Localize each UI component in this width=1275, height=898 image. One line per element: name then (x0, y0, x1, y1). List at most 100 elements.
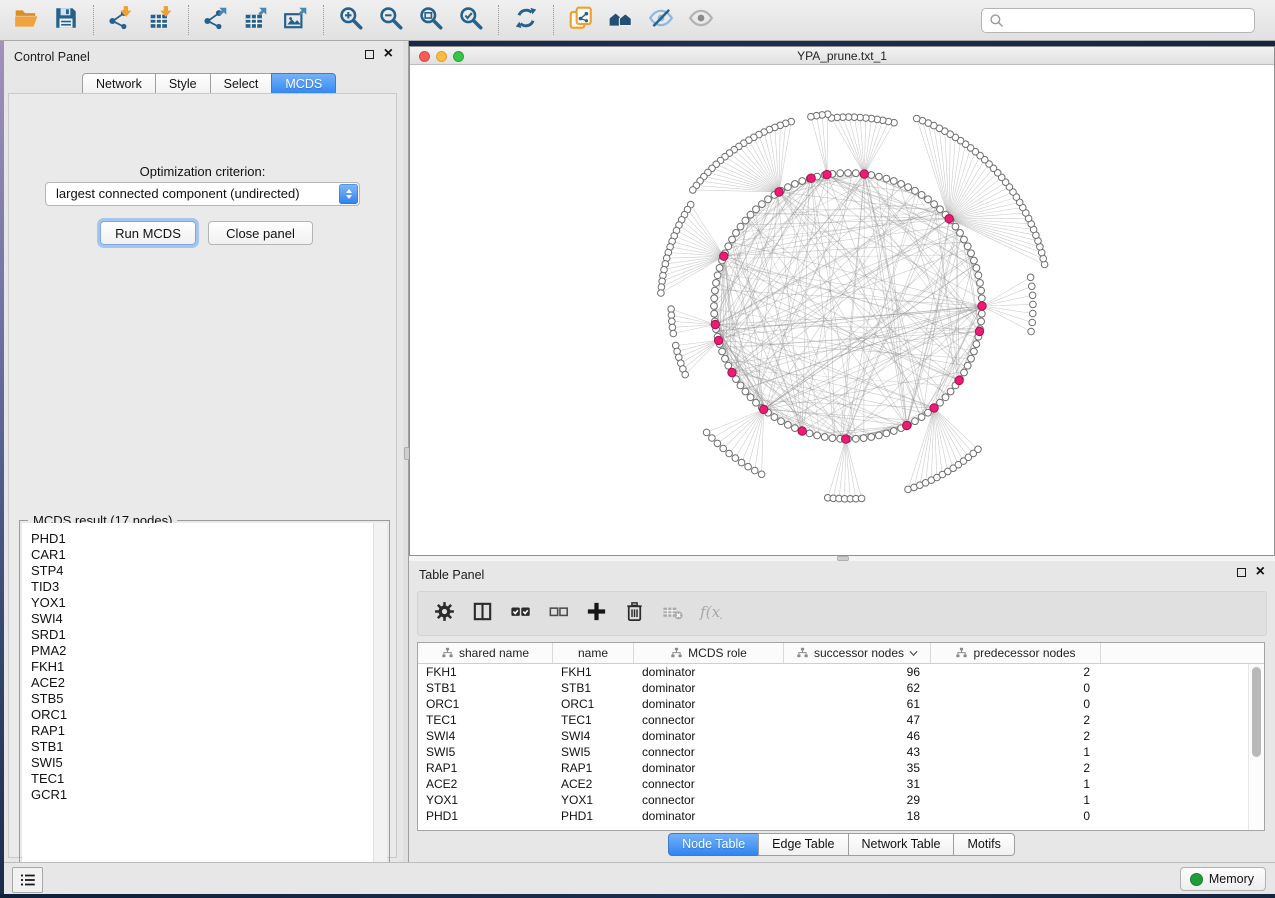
result-node-item[interactable]: CAR1 (31, 547, 387, 563)
scrollbar-thumb[interactable] (1252, 667, 1261, 757)
cell-shared_name: TEC1 (418, 713, 553, 727)
mcds-tab-content: Optimization criterion: largest connecte… (8, 93, 397, 858)
result-node-item[interactable]: GCR1 (31, 787, 387, 803)
table-row[interactable]: STB1STB1dominator620 (418, 680, 1264, 696)
result-node-item[interactable]: ACE2 (31, 675, 387, 691)
zoom-fit-button[interactable] (411, 3, 451, 37)
float-panel-icon[interactable] (1237, 568, 1246, 577)
open-file-button[interactable] (6, 3, 46, 37)
table-row[interactable]: SWI4SWI4dominator462 (418, 728, 1264, 744)
optimization-select[interactable]: largest connected component (undirected) (45, 182, 360, 206)
refresh-button[interactable] (506, 3, 546, 37)
save-session-button[interactable] (46, 3, 86, 37)
unselect-all-button[interactable] (547, 600, 570, 628)
search-input[interactable] (1008, 13, 1254, 29)
float-panel-icon[interactable] (365, 50, 374, 59)
cell-shared_name: SWI4 (418, 729, 553, 743)
result-node-item[interactable]: PHD1 (31, 531, 387, 547)
column-header-name[interactable]: name (553, 643, 634, 663)
result-node-item[interactable]: STB1 (31, 739, 387, 755)
table-settings-button[interactable] (433, 600, 456, 628)
table-row[interactable]: FKH1FKH1dominator962 (418, 664, 1264, 680)
table-row[interactable]: TEC1TEC1connector472 (418, 712, 1264, 728)
unselect-all-icon (547, 600, 570, 628)
tab-network-table[interactable]: Network Table (848, 833, 955, 856)
add-column-button[interactable] (585, 600, 608, 628)
tab-node-table[interactable]: Node Table (668, 833, 759, 856)
table-row[interactable]: RAP1RAP1dominator352 (418, 760, 1264, 776)
cell-successor_nodes: 35 (784, 761, 931, 775)
column-header-successor-nodes[interactable]: successor nodes (784, 643, 931, 663)
result-node-item[interactable]: RAP1 (31, 723, 387, 739)
hide-selected-icon (648, 5, 674, 36)
result-node-item[interactable]: STB5 (31, 691, 387, 707)
duplicate-network-button[interactable] (561, 3, 601, 37)
result-node-item[interactable]: ORC1 (31, 707, 387, 723)
search-icon (989, 13, 1004, 28)
table-row[interactable]: SWI5SWI5connector431 (418, 744, 1264, 760)
cell-predecessor_nodes: 0 (931, 681, 1101, 695)
cell-predecessor_nodes: 1 (931, 777, 1101, 791)
memory-label: Memory (1209, 872, 1254, 886)
select-all-button[interactable] (509, 600, 532, 628)
memory-button[interactable]: Memory (1180, 867, 1266, 891)
result-node-item[interactable]: FKH1 (31, 659, 387, 675)
task-history-button[interactable] (12, 867, 43, 893)
cell-mcds_role: dominator (634, 665, 784, 679)
result-node-item[interactable]: SWI4 (31, 611, 387, 627)
cell-predecessor_nodes: 0 (931, 809, 1101, 823)
network-window-titlebar[interactable]: YPA_prune.txt_1 (410, 47, 1274, 65)
result-node-item[interactable]: TID3 (31, 579, 387, 595)
tab-edge-table[interactable]: Edge Table (758, 833, 848, 856)
export-table-button[interactable] (236, 3, 276, 37)
column-header-MCDS-role[interactable]: MCDS role (634, 643, 784, 663)
toggle-columns-button[interactable] (471, 600, 494, 628)
result-node-item[interactable]: SRD1 (31, 627, 387, 643)
result-node-item[interactable]: TEC1 (31, 771, 387, 787)
cell-predecessor_nodes: 2 (931, 729, 1101, 743)
show-all-button[interactable] (681, 3, 721, 37)
zoom-out-button[interactable] (371, 3, 411, 37)
import-network-button[interactable] (101, 3, 141, 37)
table-row[interactable]: PHD1PHD1dominator180 (418, 808, 1264, 824)
column-header-shared-name[interactable]: shared name (418, 643, 553, 663)
delete-column-icon (623, 600, 646, 628)
result-scrollbar[interactable] (373, 523, 387, 888)
import-table-button[interactable] (141, 3, 181, 37)
table-row[interactable]: ACE2ACE2connector311 (418, 776, 1264, 792)
table-scrollbar[interactable] (1248, 664, 1264, 830)
cell-name: FKH1 (553, 665, 634, 679)
network-canvas[interactable] (410, 64, 1273, 555)
result-node-item[interactable]: SWI5 (31, 755, 387, 771)
column-header-predecessor-nodes[interactable]: predecessor nodes (931, 643, 1101, 663)
zoom-fit-icon (418, 5, 444, 36)
export-image-button[interactable] (276, 3, 316, 37)
close-panel-icon[interactable]: × (384, 49, 393, 59)
delete-table-button[interactable] (661, 600, 684, 628)
delete-column-button[interactable] (623, 600, 646, 628)
export-network-button[interactable] (196, 3, 236, 37)
result-node-item[interactable]: YOX1 (31, 595, 387, 611)
cell-successor_nodes: 29 (784, 793, 931, 807)
run-mcds-button[interactable]: Run MCDS (100, 221, 196, 245)
zoom-selected-button[interactable] (451, 3, 491, 37)
cell-predecessor_nodes: 0 (931, 697, 1101, 711)
mcds-result-list[interactable]: PHD1CAR1STP4TID3YOX1SWI4SRD1PMA2FKH1ACE2… (22, 523, 387, 888)
first-neighbors-button[interactable] (601, 3, 641, 37)
table-row[interactable]: YOX1YOX1connector291 (418, 792, 1264, 808)
table-row[interactable]: ORC1ORC1dominator610 (418, 696, 1264, 712)
cell-predecessor_nodes: 1 (931, 793, 1101, 807)
close-panel-icon[interactable]: × (1256, 567, 1265, 577)
tab-motifs[interactable]: Motifs (953, 833, 1014, 856)
cell-name: YOX1 (553, 793, 634, 807)
close-panel-button[interactable]: Close panel (208, 221, 313, 245)
result-node-item[interactable]: STP4 (31, 563, 387, 579)
control-panel: Control Panel × NetworkStyleSelectMCDS O… (4, 41, 403, 862)
zoom-in-button[interactable] (331, 3, 371, 37)
function-builder-button[interactable]: f(x) (699, 600, 722, 628)
result-node-item[interactable]: PMA2 (31, 643, 387, 659)
hide-selected-button[interactable] (641, 3, 681, 37)
search-box[interactable] (981, 8, 1255, 33)
cell-name: ORC1 (553, 697, 634, 711)
main-toolbar (0, 0, 1275, 41)
